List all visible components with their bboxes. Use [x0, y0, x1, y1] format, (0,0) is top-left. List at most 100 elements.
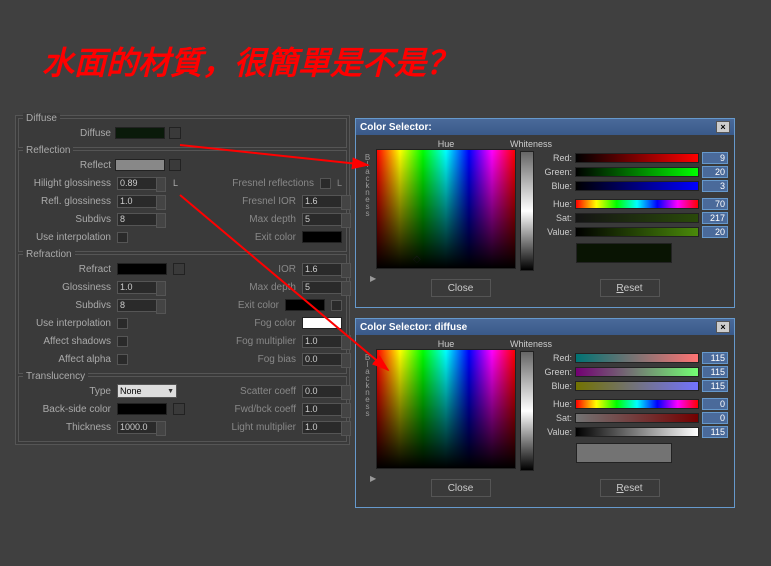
refl-gloss-spinner[interactable]: 1.0 — [117, 195, 157, 208]
hue-value[interactable]: 0 — [702, 398, 728, 410]
whiteness-bar[interactable] — [520, 351, 534, 471]
blue-value[interactable]: 115 — [702, 380, 728, 392]
titlebar[interactable]: Color Selector: diffuse × — [356, 319, 734, 335]
blue-value[interactable]: 3 — [702, 180, 728, 192]
l-label2: L — [337, 178, 342, 188]
ior-spinner[interactable]: 1.6 — [302, 263, 342, 276]
hue-label: Hue — [376, 139, 516, 149]
thickness-spinner[interactable]: 1000.0 — [117, 421, 157, 434]
hue-slider[interactable] — [575, 399, 699, 409]
titlebar[interactable]: Color Selector: × — [356, 119, 734, 135]
value-label: Value: — [538, 427, 572, 437]
refract-swatch[interactable] — [117, 263, 167, 275]
alpha-label: Affect alpha — [23, 354, 115, 365]
reset-button[interactable]: Reset — [600, 279, 660, 297]
scatter-spinner[interactable]: 0.0 — [302, 385, 342, 398]
diffuse-map-slot[interactable] — [169, 127, 181, 139]
subdivs-label: Subdivs — [23, 300, 115, 311]
close-icon[interactable]: × — [716, 321, 730, 333]
type-dropdown[interactable]: None — [117, 384, 177, 398]
hue-value[interactable]: 70 — [702, 198, 728, 210]
color-selector-2: Color Selector: diffuse × Blackness Hue … — [355, 318, 735, 508]
close-button[interactable]: Close — [431, 479, 491, 497]
interp-checkbox[interactable] — [117, 318, 128, 329]
whiteness-bar[interactable] — [520, 151, 534, 271]
alpha-checkbox[interactable] — [117, 354, 128, 365]
blue-slider[interactable] — [575, 181, 699, 191]
shadows-checkbox[interactable] — [117, 336, 128, 347]
red-value[interactable]: 9 — [702, 152, 728, 164]
fwdback-spinner[interactable]: 1.0 — [302, 403, 342, 416]
sat-label: Sat: — [538, 413, 572, 423]
scatter-label: Scatter coeff — [185, 386, 301, 397]
red-slider[interactable] — [575, 353, 699, 363]
maxdepth-spinner[interactable]: 5 — [302, 213, 342, 226]
sat-value[interactable]: 0 — [702, 412, 728, 424]
fogbias-spinner[interactable]: 0.0 — [302, 353, 342, 366]
refract-label: Refract — [23, 264, 115, 275]
interp-checkbox[interactable] — [117, 232, 128, 243]
sat-slider[interactable] — [575, 413, 699, 423]
fogmult-spinner[interactable]: 1.0 — [302, 335, 342, 348]
exit-checkbox[interactable] — [331, 300, 342, 311]
blackness-label: Blackness — [362, 139, 372, 271]
fresnel-ior-spinner[interactable]: 1.6 — [302, 195, 342, 208]
shadows-label: Affect shadows — [23, 336, 115, 347]
red-value[interactable]: 115 — [702, 352, 728, 364]
color-selector-1: Color Selector: × Blackness Hue Whitenes… — [355, 118, 735, 308]
red-slider[interactable] — [575, 153, 699, 163]
green-value[interactable]: 115 — [702, 366, 728, 378]
red-label: Red: — [538, 353, 572, 363]
maxdepth-spinner[interactable]: 5 — [302, 281, 342, 294]
value-slider[interactable] — [575, 427, 699, 437]
fresnel-ior-label: Fresnel IOR — [185, 196, 301, 207]
value-value[interactable]: 20 — [702, 226, 728, 238]
close-icon[interactable]: × — [716, 121, 730, 133]
translucency-section: Translucency Type None Scatter coeff 0.0… — [18, 376, 347, 442]
back-swatch[interactable] — [117, 403, 167, 415]
subdivs-label: Subdivs — [23, 214, 115, 225]
reflect-map-slot[interactable] — [169, 159, 181, 171]
section-label: Translucency — [23, 371, 88, 382]
page-title: 水面的材質，很簡單是不是？ — [42, 38, 458, 84]
back-map-slot[interactable] — [173, 403, 185, 415]
subdivs-spinner[interactable]: 8 — [117, 213, 157, 226]
title-text: Color Selector: — [360, 122, 432, 133]
diffuse-swatch[interactable] — [115, 127, 165, 139]
green-slider[interactable] — [575, 367, 699, 377]
hue-slider[interactable] — [575, 199, 699, 209]
reflect-swatch[interactable] — [115, 159, 165, 171]
hue-gradient[interactable]: ◇ — [376, 149, 516, 269]
value-value[interactable]: 115 — [702, 426, 728, 438]
fresnel-checkbox[interactable] — [320, 178, 331, 189]
gloss-spinner[interactable]: 1.0 — [117, 281, 157, 294]
thickness-label: Thickness — [23, 422, 115, 433]
section-label: Diffuse — [23, 113, 60, 124]
subdivs-spinner[interactable]: 8 — [117, 299, 157, 312]
refl-gloss-label: Refl. glossiness — [23, 196, 115, 207]
sat-value[interactable]: 217 — [702, 212, 728, 224]
exit-swatch[interactable] — [302, 231, 342, 243]
material-panel: Diffuse Diffuse Reflection Reflect Hilig… — [15, 115, 350, 445]
interp-label: Use interpolation — [23, 232, 115, 243]
close-button[interactable]: Close — [431, 279, 491, 297]
green-slider[interactable] — [575, 167, 699, 177]
green-value[interactable]: 20 — [702, 166, 728, 178]
hue-gradient[interactable] — [376, 349, 516, 469]
interp-label: Use interpolation — [23, 318, 115, 329]
type-label: Type — [23, 386, 115, 397]
gloss-label: Glossiness — [23, 282, 115, 293]
exit-swatch[interactable] — [285, 299, 325, 311]
reset-button[interactable]: Reset — [600, 479, 660, 497]
hilight-spinner[interactable]: 0.89 — [117, 177, 157, 190]
whiteness-label: Whiteness — [510, 139, 552, 149]
value-slider[interactable] — [575, 227, 699, 237]
sat-slider[interactable] — [575, 213, 699, 223]
fog-swatch[interactable] — [302, 317, 342, 329]
refract-map-slot[interactable] — [173, 263, 185, 275]
blue-label: Blue: — [538, 181, 572, 191]
fogmult-label: Fog multiplier — [185, 336, 301, 347]
maxdepth-label: Max depth — [185, 282, 301, 293]
lightmult-spinner[interactable]: 1.0 — [302, 421, 342, 434]
blue-slider[interactable] — [575, 381, 699, 391]
